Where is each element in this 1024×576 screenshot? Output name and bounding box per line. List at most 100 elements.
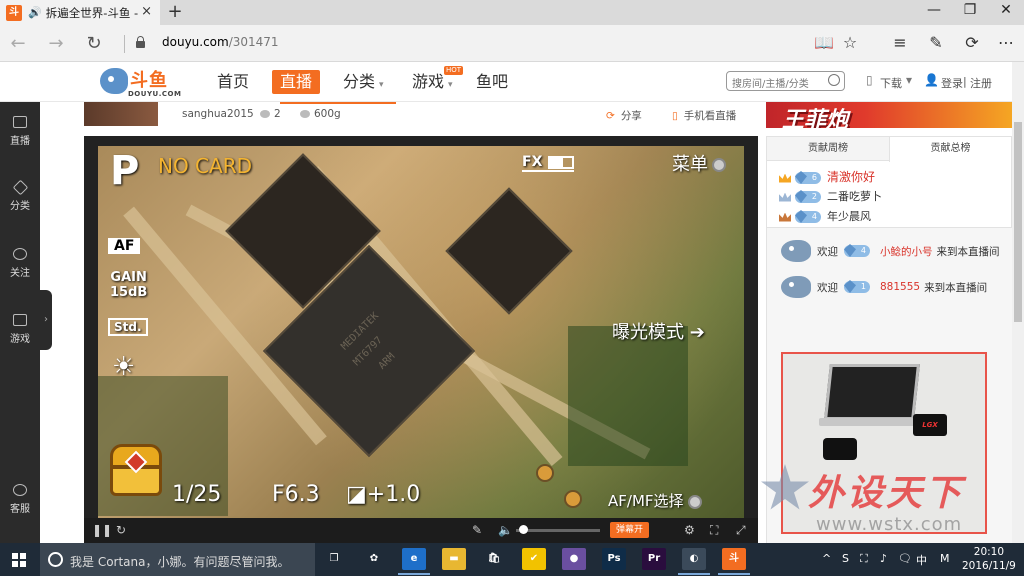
web-note-icon[interactable]: ✎ — [924, 33, 948, 52]
chat-user-name[interactable]: 881555 — [880, 281, 920, 293]
browser-tab-bar: 斗 🔊 拆遍全世界-斗鱼 - 每 × + — ❐ ✕ — [0, 0, 1024, 25]
volume-icon[interactable]: 🔈 — [498, 523, 513, 537]
gain-value: 15dB — [110, 285, 148, 300]
battery-icon — [548, 155, 575, 169]
back-icon[interactable]: ← — [6, 33, 30, 54]
refresh-stream-icon[interactable]: ↻ — [116, 523, 126, 537]
taskbar-app-pinwheel-icon[interactable]: ✿ — [362, 548, 386, 570]
page-scrollbar[interactable] — [1012, 62, 1024, 543]
sidebar-expand-handle[interactable]: › — [40, 290, 52, 350]
volume-tray-icon[interactable]: ♪ — [880, 552, 887, 565]
taskbar-app-edge-icon[interactable]: e — [398, 548, 430, 575]
windows-start-icon[interactable] — [12, 553, 26, 567]
taskbar-app-app-running-1-icon[interactable]: ◐ — [678, 548, 710, 575]
favorite-star-icon[interactable]: ☆ — [838, 33, 862, 52]
ime-mode-indicator[interactable]: M — [940, 552, 950, 565]
download-link[interactable]: 下载 — [880, 75, 902, 91]
danmu-toggle-button[interactable]: 弹幕开 — [610, 522, 650, 538]
pcb-pad — [564, 490, 582, 508]
search-input[interactable]: 搜房间/主播/分类 — [726, 71, 845, 91]
scrollbar-thumb[interactable] — [1014, 122, 1022, 322]
sidebar-item-follow[interactable]: 关注 — [0, 248, 40, 279]
fullscreen-icon[interactable]: ⤢ — [736, 523, 746, 538]
level-badge: 1 — [844, 281, 870, 293]
sidebar-item-support[interactable]: 客服 — [0, 484, 40, 515]
video-player[interactable]: MEDIATEK MT6797 ARM P NO CARD FX 菜单 AF G… — [84, 136, 758, 543]
fish-weight-value: 600g — [314, 108, 341, 120]
share-icon[interactable]: ⟳ — [960, 33, 984, 52]
rank-row[interactable]: 2 二番吃萝卜 — [779, 188, 882, 206]
taskbar-app-explorer-icon[interactable]: ▬ — [442, 548, 466, 570]
rank-row[interactable]: 6 清激你好 — [779, 168, 875, 186]
tab-weekly-rank[interactable]: 贡献周榜 — [767, 137, 889, 161]
chat-user-name[interactable]: 小鲶的小号 — [880, 244, 933, 259]
windows-taskbar: 我是 Cortana，小娜。有问题尽管问我。 ❐ ✿ e ▬ 🛍 ✔ ● Ps Pr ◐ 斗 ^ S… — [0, 543, 1024, 576]
system-clock[interactable]: 20:10 2016/11/9 — [962, 545, 1016, 573]
room-info-strip: sanghua2015 2 600g ⟳ 分享 ▯ 手机看直播 — [84, 102, 758, 126]
settings-gear-icon[interactable]: ⚙ — [684, 523, 695, 537]
taskbar-app-chrome-icon[interactable]: ● — [562, 548, 586, 570]
widescreen-icon[interactable]: ⛶ — [710, 523, 718, 538]
nav-live[interactable]: 直播 — [272, 70, 321, 94]
anchor-name[interactable]: sanghua2015 — [182, 108, 254, 120]
hub-icon[interactable]: ≡ — [888, 33, 912, 52]
sidebar-item-live[interactable]: 直播 — [0, 116, 40, 147]
taskbar-app-photoshop-icon[interactable]: Ps — [602, 548, 626, 570]
volume-slider[interactable] — [516, 529, 600, 532]
taskbar-app-douyu-app-icon[interactable]: 斗 — [718, 548, 750, 575]
tray-overflow-icon[interactable]: ^ — [822, 552, 831, 565]
volume-slider-handle[interactable] — [518, 525, 528, 534]
url-field[interactable]: douyu.com/301471 — [162, 35, 279, 49]
minimize-button[interactable]: — — [916, 2, 952, 18]
crown-icon — [779, 192, 791, 202]
speaker-icon[interactable]: 🔊 — [28, 6, 42, 19]
cortana-search-box[interactable]: 我是 Cortana，小娜。有问题尽管问我。 — [40, 543, 315, 576]
comment-count: 2 — [260, 108, 281, 120]
video-frame[interactable]: MEDIATEK MT6797 ARM P NO CARD FX 菜单 AF G… — [98, 146, 744, 518]
gain-label: GAIN — [110, 270, 147, 285]
share-button[interactable]: ⟳ 分享 — [606, 108, 642, 123]
close-window-button[interactable]: ✕ — [988, 2, 1024, 18]
mobile-watch-button[interactable]: ▯ 手机看直播 — [672, 108, 736, 123]
taskbar-app-task-view-icon[interactable]: ❐ — [322, 548, 346, 570]
contribution-rank-panel: 贡献周榜 贡献总榜 6 清激你好 2 二番吃萝卜 4 年少晨风 — [766, 136, 1012, 228]
anchor-avatar[interactable] — [84, 102, 158, 126]
maximize-button[interactable]: ❐ — [952, 2, 988, 18]
new-tab-button[interactable]: + — [164, 1, 186, 22]
treasure-chest-icon[interactable] — [106, 444, 166, 498]
tab-close-icon[interactable]: × — [141, 4, 152, 19]
banner-text: 王菲炮 — [782, 108, 849, 128]
login-link[interactable]: 登录 — [941, 75, 963, 91]
sidebar-item-games[interactable]: 游戏 — [0, 314, 40, 345]
chat-prefix: 欢迎 — [817, 281, 838, 294]
taskbar-app-premiere-icon[interactable]: Pr — [642, 548, 666, 570]
reading-view-icon[interactable]: 📖 — [812, 33, 836, 52]
gamepad-icon — [13, 314, 27, 326]
share-icon: ⟳ — [606, 110, 615, 122]
rank-row[interactable]: 4 年少晨风 — [779, 208, 871, 226]
taskbar-app-store-icon[interactable]: 🛍 — [482, 548, 506, 570]
tab-total-rank[interactable]: 贡献总榜 — [889, 137, 1011, 162]
refresh-icon[interactable]: ↻ — [82, 33, 106, 54]
register-link[interactable]: 注册 — [970, 75, 992, 91]
tray-app-icon[interactable]: S — [842, 552, 849, 565]
taskbar-app-norton-icon[interactable]: ✔ — [522, 548, 546, 570]
promo-banner[interactable]: 王菲炮 — [766, 102, 1012, 128]
nav-fishbar[interactable]: 鱼吧 — [476, 70, 508, 94]
camcorder-image — [823, 438, 857, 460]
input-method-indicator[interactable]: 中 — [916, 552, 927, 568]
level-badge: 6 — [795, 172, 821, 184]
forward-icon[interactable]: → — [44, 33, 68, 54]
search-icon[interactable] — [828, 74, 840, 86]
edit-icon[interactable]: ✎ — [472, 523, 482, 537]
sidebar-item-category[interactable]: 分类 — [0, 179, 40, 212]
douyu-logo[interactable]: 斗鱼 DOUYU.COM — [100, 66, 181, 100]
clock-date: 2016/11/9 — [962, 560, 1016, 572]
nav-home[interactable]: 首页 — [217, 70, 249, 94]
browser-tab[interactable]: 斗 🔊 拆遍全世界-斗鱼 - 每 × — [0, 0, 160, 25]
notification-icon[interactable]: 🗨 — [898, 552, 912, 565]
more-icon[interactable]: ⋯ — [994, 33, 1018, 52]
network-icon[interactable]: ⛶ — [860, 552, 868, 566]
pause-icon[interactable]: ❚❚ — [92, 523, 112, 537]
nav-category[interactable]: 分类 ▾ — [343, 70, 384, 94]
